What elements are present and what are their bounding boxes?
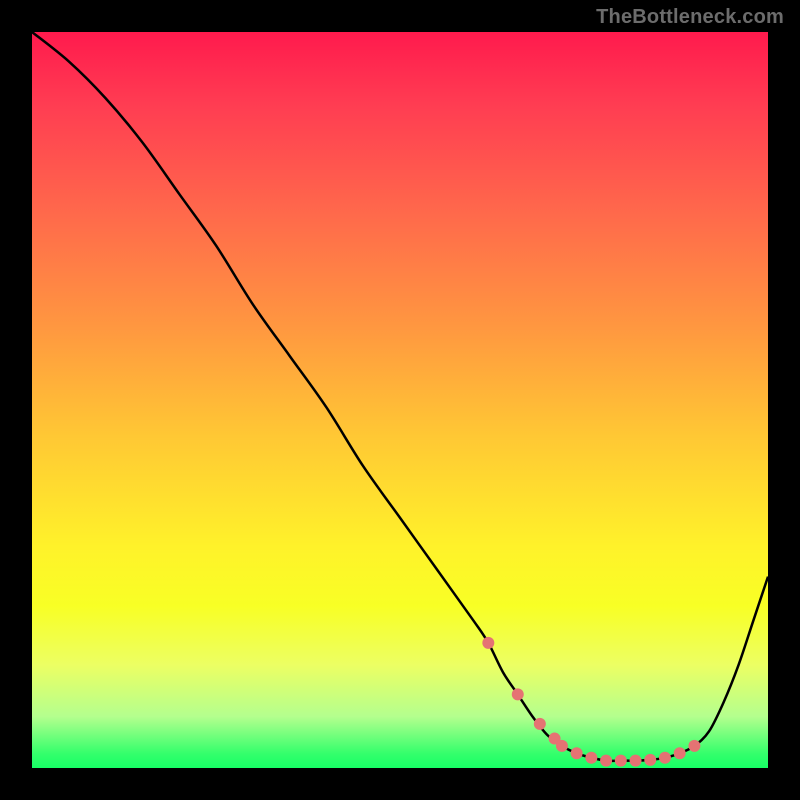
marker-dots <box>482 637 700 767</box>
watermark-text: TheBottleneck.com <box>596 6 784 29</box>
marker-dot <box>512 688 524 700</box>
curve-line <box>32 32 768 761</box>
marker-dot <box>482 637 494 649</box>
marker-dot <box>644 754 656 766</box>
bottleneck-curve <box>32 32 768 768</box>
marker-dot <box>674 747 686 759</box>
marker-dot <box>600 755 612 767</box>
marker-dot <box>585 752 597 764</box>
marker-dot <box>556 740 568 752</box>
plot-area <box>32 32 768 768</box>
marker-dot <box>534 718 546 730</box>
marker-dot <box>571 747 583 759</box>
marker-dot <box>615 755 627 767</box>
marker-dot <box>688 740 700 752</box>
marker-dot <box>659 752 671 764</box>
marker-dot <box>630 755 642 767</box>
chart-stage: TheBottleneck.com <box>0 0 800 800</box>
